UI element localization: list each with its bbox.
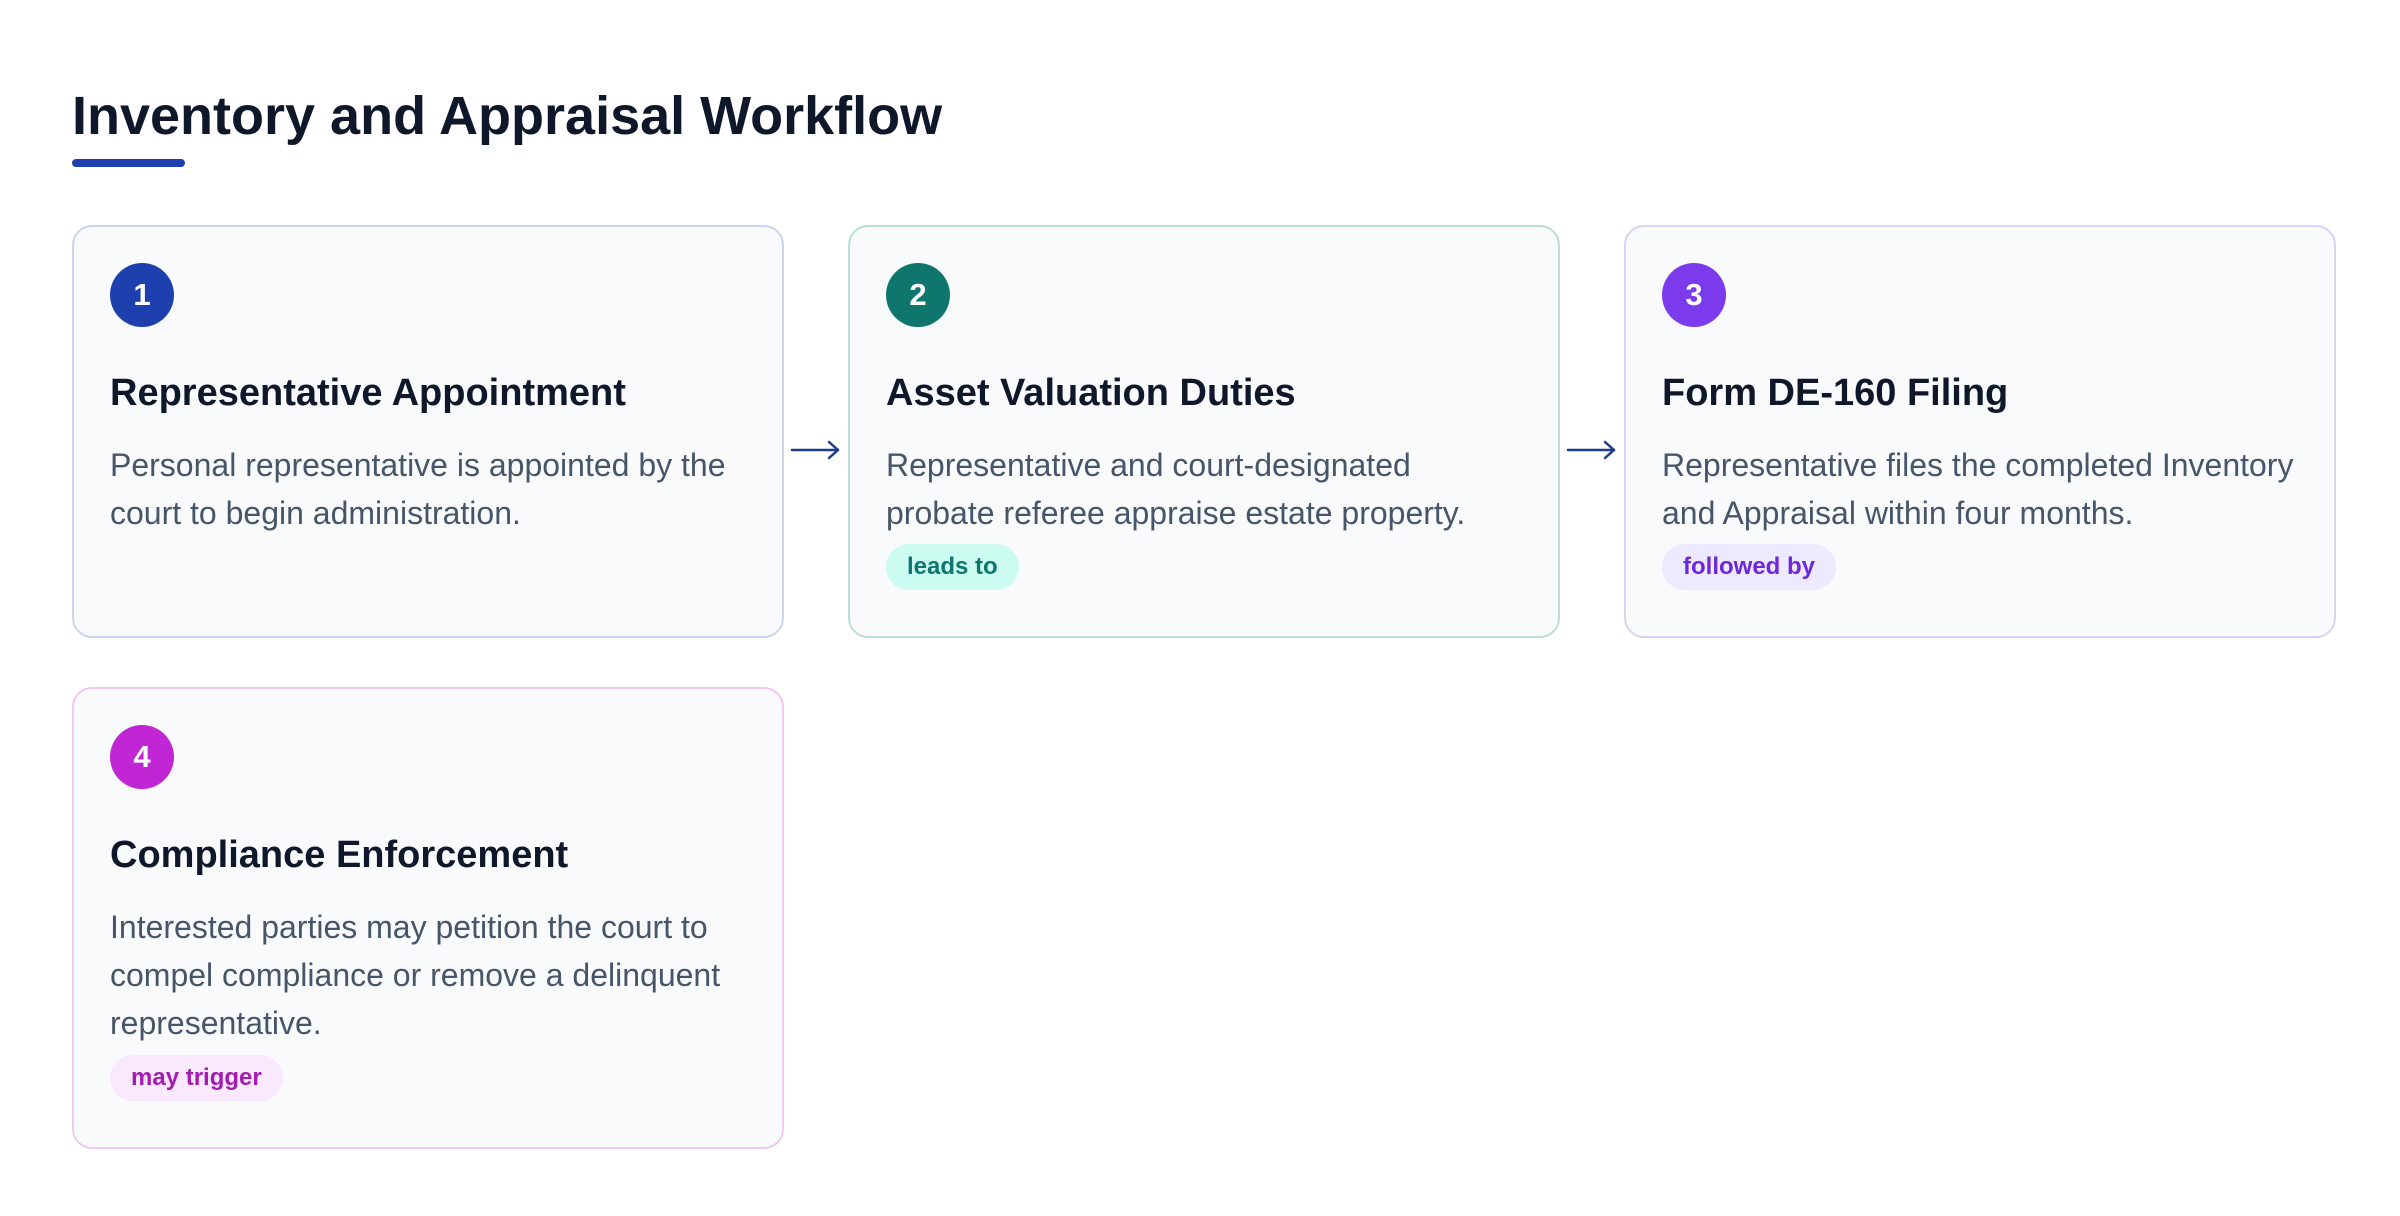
step-description: Personal representative is appointed by … — [110, 447, 726, 531]
step-card-form-de-160-filing: 3 Form DE-160 Filing Representative file… — [1624, 225, 2336, 638]
relation-tag: may trigger — [110, 1055, 283, 1101]
step-description: Interested parties may petition the cour… — [110, 909, 721, 1041]
step-title: Form DE-160 Filing — [1662, 372, 2009, 414]
step-card-compliance-enforcement: 4 Compliance Enforcement Interested part… — [72, 687, 784, 1149]
relation-tag: followed by — [1662, 544, 1836, 590]
step-number-badge: 1 — [110, 263, 174, 327]
step-title: Asset Valuation Duties — [886, 372, 1296, 414]
step-number-badge: 4 — [110, 725, 174, 789]
step-title: Representative Appointment — [110, 372, 626, 414]
step-number-badge: 3 — [1662, 263, 1726, 327]
step-description: Representative files the completed Inven… — [1662, 447, 2294, 531]
step-title: Compliance Enforcement — [110, 834, 569, 876]
step-number-badge: 2 — [886, 263, 950, 327]
step-card-asset-valuation-duties: 2 Asset Valuation Duties Representative … — [848, 225, 1560, 638]
page-title: Inventory and Appraisal Workflow — [72, 86, 943, 146]
arrow-right-icon — [1566, 440, 1616, 460]
relation-tag: leads to — [886, 544, 1019, 590]
step-description: Representative and court-designated prob… — [886, 447, 1466, 531]
arrow-right-icon — [790, 440, 840, 460]
title-underline — [72, 159, 185, 167]
step-card-representative-appointment: 1 Representative Appointment Personal re… — [72, 225, 784, 638]
